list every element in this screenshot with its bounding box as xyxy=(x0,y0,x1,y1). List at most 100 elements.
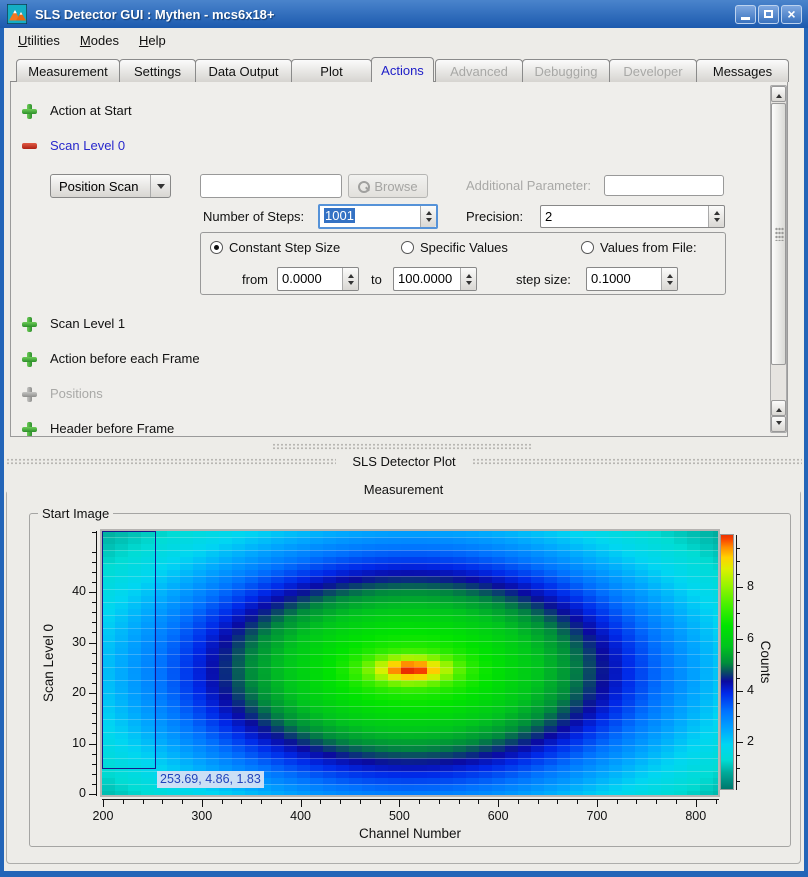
x-axis-tick-label: 700 xyxy=(575,809,619,824)
scan-level-1-item[interactable]: Scan Level 1 xyxy=(50,316,125,332)
browse-button: Browse xyxy=(348,174,428,198)
x-axis-tick-label: 500 xyxy=(377,809,421,824)
number-of-steps-value: 1001 xyxy=(324,208,355,223)
precision-spinbox[interactable]: 2 xyxy=(540,205,725,228)
tab-settings[interactable]: Settings xyxy=(119,59,196,82)
colorbar-tick xyxy=(737,587,743,588)
heatmap-plot-canvas[interactable] xyxy=(100,529,720,797)
from-spinbox[interactable]: 0.0000 xyxy=(277,267,359,291)
constant-step-size-radio[interactable] xyxy=(210,241,223,254)
expand-plus-icon[interactable] xyxy=(22,422,37,437)
y-axis-minor-tick xyxy=(92,774,96,775)
y-axis-minor-tick xyxy=(92,663,96,664)
y-axis-tick-label: 10 xyxy=(48,736,86,751)
number-of-steps-label: Number of Steps: xyxy=(203,209,304,224)
scan-level-0-item[interactable]: Scan Level 0 xyxy=(50,138,125,154)
to-spinbox[interactable]: 100.0000 xyxy=(393,267,477,291)
spin-up-icon[interactable] xyxy=(667,271,673,278)
from-label: from xyxy=(242,272,268,287)
scan-script-input[interactable] xyxy=(200,174,342,198)
splitter-handle[interactable] xyxy=(272,443,532,450)
number-of-steps-spinbox[interactable]: 1001 xyxy=(318,204,438,229)
y-axis-minor-tick xyxy=(92,632,96,633)
scrollbar-down-button[interactable] xyxy=(771,416,786,432)
x-axis-minor-tick xyxy=(320,800,321,804)
vertical-scrollbar[interactable] xyxy=(770,85,787,433)
tab-measurement[interactable]: Measurement xyxy=(16,59,120,82)
collapse-minus-icon[interactable] xyxy=(22,143,37,149)
values-from-file-radio[interactable] xyxy=(581,241,594,254)
expand-plus-icon[interactable] xyxy=(22,352,37,367)
maximize-button[interactable] xyxy=(758,5,779,24)
titlebar[interactable]: SLS Detector GUI : Mythen - mcs6x18+ × xyxy=(0,0,808,28)
x-axis-tick-label: 300 xyxy=(180,809,224,824)
colorbar-minor-tick xyxy=(737,781,740,782)
y-axis-minor-tick xyxy=(92,612,96,613)
step-size-spinbox[interactable]: 0.1000 xyxy=(586,267,678,291)
specific-values-label: Specific Values xyxy=(420,240,508,255)
spin-down-icon[interactable] xyxy=(667,281,673,288)
expand-plus-icon[interactable] xyxy=(22,104,37,119)
colorbar-minor-tick xyxy=(737,716,740,717)
colorbar-minor-tick xyxy=(737,678,740,679)
scrollbar-up-button[interactable] xyxy=(771,86,786,102)
tab-plot[interactable]: Plot xyxy=(291,59,372,82)
tabbar: Measurement Settings Data Output Plot Ac… xyxy=(16,58,788,82)
spin-up-icon[interactable] xyxy=(348,271,354,278)
minimize-icon xyxy=(741,17,750,20)
tab-messages[interactable]: Messages xyxy=(696,59,789,82)
spin-up-icon[interactable] xyxy=(714,208,720,215)
menu-help[interactable]: Help xyxy=(129,30,176,51)
precision-label: Precision: xyxy=(466,209,523,224)
y-axis-minor-tick xyxy=(92,562,96,563)
spin-up-icon[interactable] xyxy=(466,271,472,278)
specific-values-radio[interactable] xyxy=(401,241,414,254)
x-axis-minor-tick xyxy=(439,800,440,804)
colorbar xyxy=(720,534,734,790)
plot-title: Start Image xyxy=(38,506,113,521)
close-button[interactable]: × xyxy=(781,5,802,24)
tab-actions[interactable]: Actions xyxy=(371,57,434,82)
action-at-start-item[interactable]: Action at Start xyxy=(50,103,132,119)
values-from-file-label: Values from File: xyxy=(600,240,697,255)
menu-modes[interactable]: Modes xyxy=(70,30,129,51)
spin-down-icon[interactable] xyxy=(714,218,720,225)
minimize-button[interactable] xyxy=(735,5,756,24)
start-image-groupbox: Start Image Scan Level 0 Channel Number … xyxy=(29,513,791,847)
x-axis-minor-tick xyxy=(261,800,262,804)
colorbar-minor-tick xyxy=(737,613,740,614)
colorbar-tick xyxy=(737,639,743,640)
spin-down-icon[interactable] xyxy=(466,281,472,288)
x-axis-tick-label: 200 xyxy=(81,809,125,824)
x-axis-minor-tick xyxy=(222,800,223,804)
tab-advanced: Advanced xyxy=(435,59,523,82)
x-axis-minor-tick xyxy=(241,800,242,804)
scrollbar-thumb[interactable] xyxy=(771,103,786,365)
window-title: SLS Detector GUI : Mythen - mcs6x18+ xyxy=(35,7,735,22)
x-axis-minor-tick xyxy=(182,800,183,804)
to-value: 100.0000 xyxy=(398,271,452,286)
x-axis-minor-tick xyxy=(676,800,677,804)
x-axis-minor-tick xyxy=(143,800,144,804)
y-axis-minor-tick xyxy=(92,703,96,704)
colorbar-minor-tick xyxy=(737,548,740,549)
colorbar-tick-label: 8 xyxy=(747,579,769,594)
x-axis-tick-label: 800 xyxy=(674,809,718,824)
colorbar-title: Counts xyxy=(757,632,773,692)
header-before-frame-item[interactable]: Header before Frame xyxy=(50,421,174,437)
spin-down-icon[interactable] xyxy=(426,218,432,225)
spin-up-icon[interactable] xyxy=(426,208,432,215)
y-axis-minor-tick xyxy=(92,532,96,533)
scan-mode-select[interactable]: Position Scan xyxy=(50,174,171,198)
action-before-each-frame-item[interactable]: Action before each Frame xyxy=(50,351,200,367)
tab-data-output[interactable]: Data Output xyxy=(195,59,292,82)
app-window: SLS Detector GUI : Mythen - mcs6x18+ × U… xyxy=(0,0,808,877)
y-axis-minor-tick xyxy=(92,572,96,573)
y-axis-title: Scan Level 0 xyxy=(41,593,57,733)
combo-arrow-icon xyxy=(157,184,165,193)
x-axis-minor-tick xyxy=(518,800,519,804)
menu-utilities[interactable]: Utilities xyxy=(8,30,70,51)
spin-down-icon[interactable] xyxy=(348,281,354,288)
scrollbar-up-button-2[interactable] xyxy=(771,400,786,416)
expand-plus-icon[interactable] xyxy=(22,317,37,332)
